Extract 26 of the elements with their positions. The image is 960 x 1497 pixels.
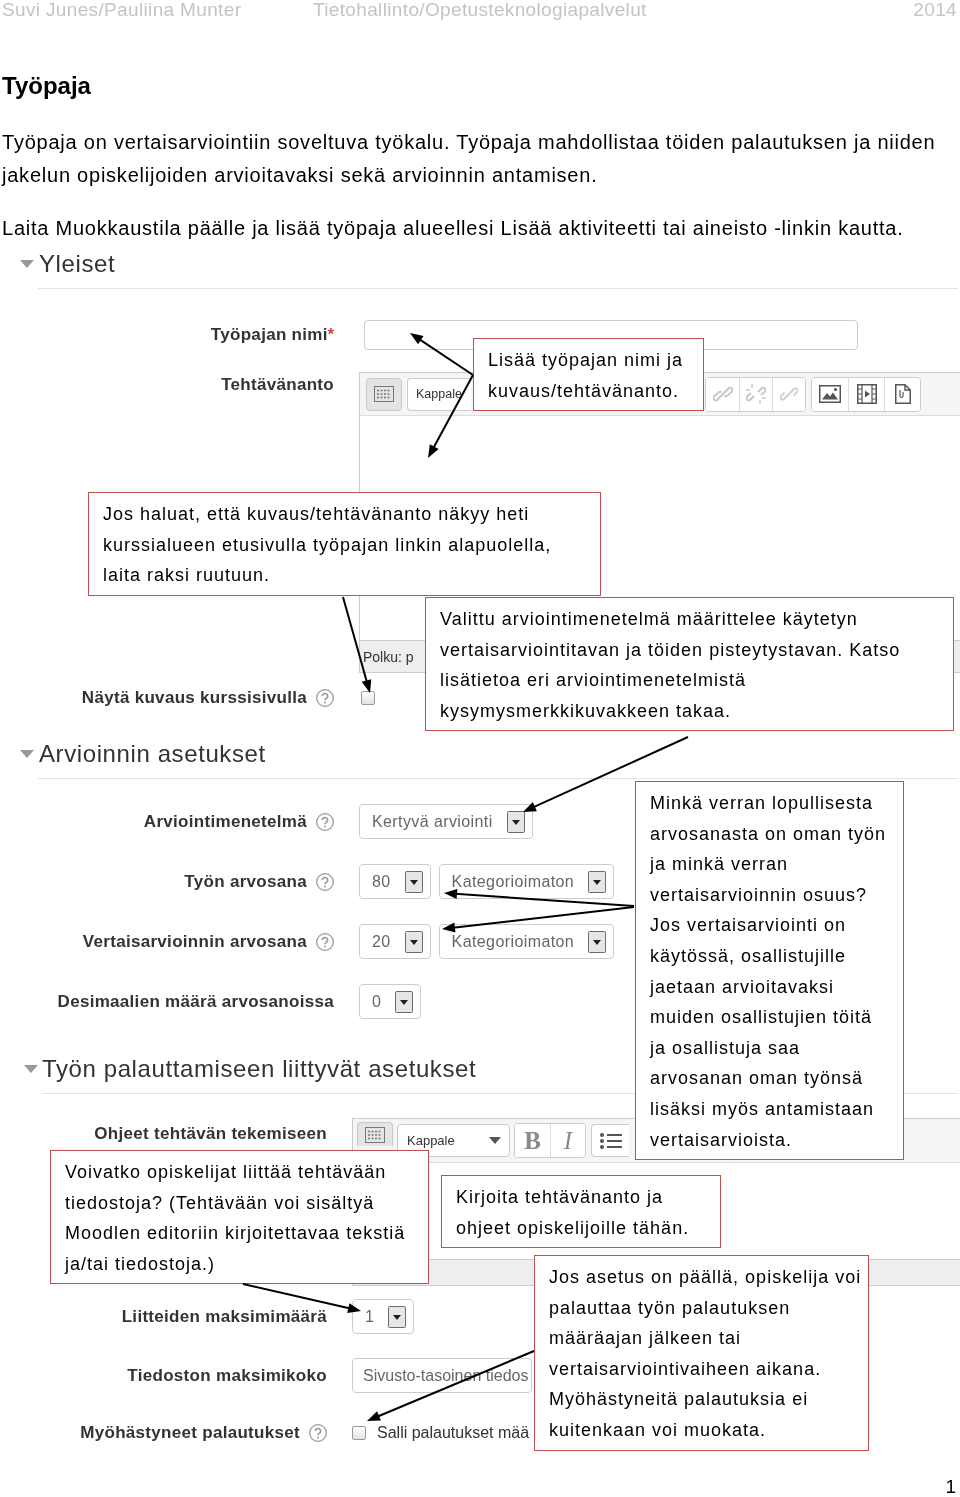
required-mark: * [327,325,334,345]
field-label: Työpajan nimi [210,325,328,345]
field-label: Myöhästyneet palautukset [80,1423,300,1443]
field-label: Tehtävänanto [221,375,334,395]
field-label: Ohjeet tehtävän tekemiseen [94,1124,327,1144]
annotation-callout: Valittu arviointimenetelmä määrittelee käytetyn vertaisarviointitavan ja töiden pisteytystavan. Katso lisätietoa eri arviointimenetelmistä kysymysmerkkikuvakkeen takaa. [425,597,954,732]
field-label: Liitteiden maksimimäärä [121,1306,327,1327]
year-text: 2014 [913,0,957,20]
page-title: Työpaja [2,72,92,100]
field-label: Työn arvosana [184,871,307,892]
annotation-callout: Jos haluat, että kuvaus/tehtävänanto näkyy heti kurssialueen etusivulla työpajan linkin alapuolella, laita raksi ruutuun. [88,492,601,596]
field-label: Näytä kuvaus kurssisivulla [81,688,307,708]
author-names: Suvi Junes/Pauliina Munter [2,0,243,20]
annotation-callout: Jos asetus on päällä, opiskelija voi palauttaa työn palautuksen määräajan jälkeen tai vertaisarviointivaiheen aikana. Myöhästyneitä palautuksia ei kuitenkaan voi muokata. [534,1255,869,1451]
annotation-callout: Kirjoita tehtävänanto ja ohjeet opiskelijoille tähän. [441,1175,721,1249]
department-name: Tietohallinto/Opetusteknologiapalvelut [313,0,648,20]
field-label: Desimaalien määrä arvosanoissa [57,991,334,1012]
field-label: Tiedoston maksimikoko [127,1365,327,1386]
page-number: 1 [945,1477,956,1497]
field-label: Arviointimenetelmä [143,811,307,832]
body-paragraph: Laita Muokkaustila päälle ja lisää työpaja alueellesi Lisää aktiviteetti tai aineisto -linkin kautta. [2,216,905,241]
annotation-callout: Voivatko opiskelijat liittää tehtävään tiedostoja? (Tehtävään voi sisältyä Moodlen editoriin kirjoitettavaa tekstiä ja/tai tiedostoja.) [50,1150,429,1285]
field-label: Vertaisarvioinnin arvosana [82,931,307,952]
annotation-callout: Minkä verran lopullisesta arvosanasta on oman työn ja minkä verran vertaisarvioinnin osuus? Jos vertaisarviointi on käytössä, osallistujille jaetaan arvioitavaksi muiden osallistujien töitä ja osallistuja saa arvosanan oman työnsä lisäksi myös antamistaan vertaisarvioista. [635,781,904,1161]
annotation-callout: Lisää työpajan nimi ja kuvaus/tehtävänanto. [473,338,704,412]
body-paragraph: Työpaja on vertaisarviointiin soveltuva työkalu. Työpaja mahdollistaa töiden palautuksen ja niiden jakelun opiskelijoiden arvioitavaksi sekä arvioinnin antamisen. [2,130,937,188]
